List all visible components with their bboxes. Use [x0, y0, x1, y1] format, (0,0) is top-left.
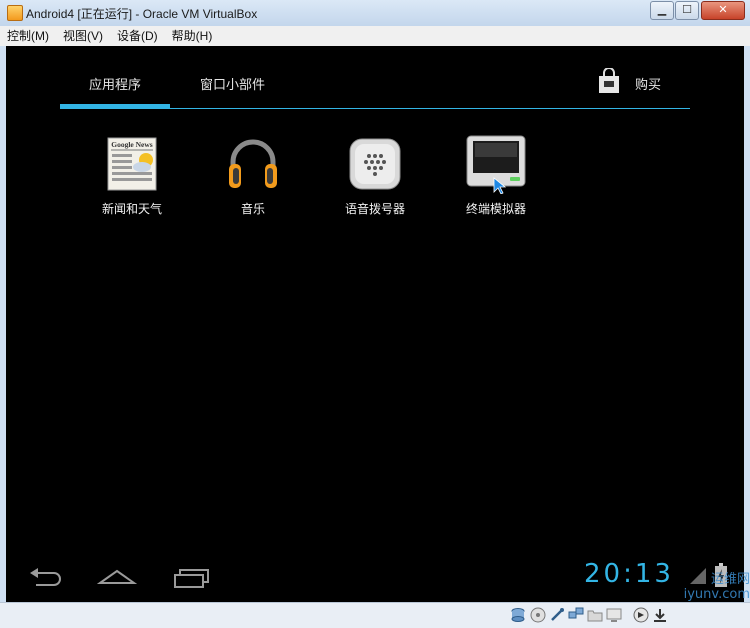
store-label[interactable]: 购买 — [635, 74, 661, 93]
usb-icon[interactable] — [549, 607, 565, 623]
mouse-integration-icon[interactable] — [633, 607, 649, 623]
minimize-button[interactable]: ▁ — [650, 1, 674, 20]
virtualbox-statusbar — [0, 602, 750, 628]
tab-divider — [60, 108, 690, 109]
app-voice-dialer[interactable]: 语音拨号器 — [315, 134, 435, 217]
menu-control[interactable]: 控制(M) — [0, 26, 56, 46]
optical-drive-icon[interactable] — [530, 607, 546, 623]
app-label: 音乐 — [240, 202, 265, 216]
menu-devices[interactable]: 设备(D) — [110, 26, 165, 46]
app-label: 终端模拟器 — [465, 202, 526, 216]
hard-disk-icon[interactable] — [510, 607, 526, 623]
keyboard-capture-icon[interactable] — [652, 607, 668, 623]
app-music[interactable]: 音乐 — [193, 134, 313, 217]
maximize-button[interactable]: ☐ — [675, 1, 699, 20]
recent-apps-icon[interactable] — [171, 565, 211, 589]
virtualbox-app-icon — [7, 5, 23, 21]
tab-apps[interactable]: 应用程序 — [89, 74, 141, 93]
clock[interactable]: 20:13 — [584, 559, 674, 589]
app-news-weather[interactable]: Google News 新闻和天气 — [72, 134, 192, 217]
voice-dialer-icon — [349, 138, 401, 190]
menubar: 控制(M) 视图(V) 设备(D) 帮助(H) — [0, 26, 750, 47]
home-icon[interactable] — [97, 565, 137, 589]
watermark-line2: iyunv.com — [683, 587, 750, 602]
shared-folders-icon[interactable] — [587, 607, 603, 623]
app-label: 语音拨号器 — [344, 202, 405, 216]
app-terminal-emulator[interactable]: 终端模拟器 — [436, 134, 556, 217]
display-icon[interactable] — [606, 607, 622, 623]
shopping-bag-icon[interactable] — [597, 68, 621, 94]
menu-help[interactable]: 帮助(H) — [165, 26, 220, 46]
menu-view[interactable]: 视图(V) — [56, 26, 110, 46]
headphones-icon — [229, 139, 277, 188]
network-icon[interactable] — [568, 607, 584, 623]
window-titlebar[interactable]: Android4 [正在运行] - Oracle VM VirtualBox ▁… — [0, 0, 750, 27]
app-label: 新闻和天气 — [101, 202, 162, 216]
terminal-icon — [466, 135, 526, 195]
watermark-line1: 运维网 — [710, 572, 750, 587]
back-icon[interactable] — [26, 565, 66, 589]
close-button[interactable]: ✕ — [701, 1, 745, 20]
android-screen[interactable]: 应用程序 窗口小部件 购买 Google News 新闻和天气 音乐 语音拨号器… — [6, 46, 744, 602]
news-weather-icon: Google News — [107, 137, 157, 191]
news-icon-text: Google News — [111, 140, 153, 149]
tab-widgets[interactable]: 窗口小部件 — [200, 74, 265, 93]
window-right-border — [744, 46, 750, 602]
watermark: 运维网 iyunv.com — [672, 572, 750, 624]
window-title: Android4 [正在运行] - Oracle VM VirtualBox — [26, 7, 258, 21]
